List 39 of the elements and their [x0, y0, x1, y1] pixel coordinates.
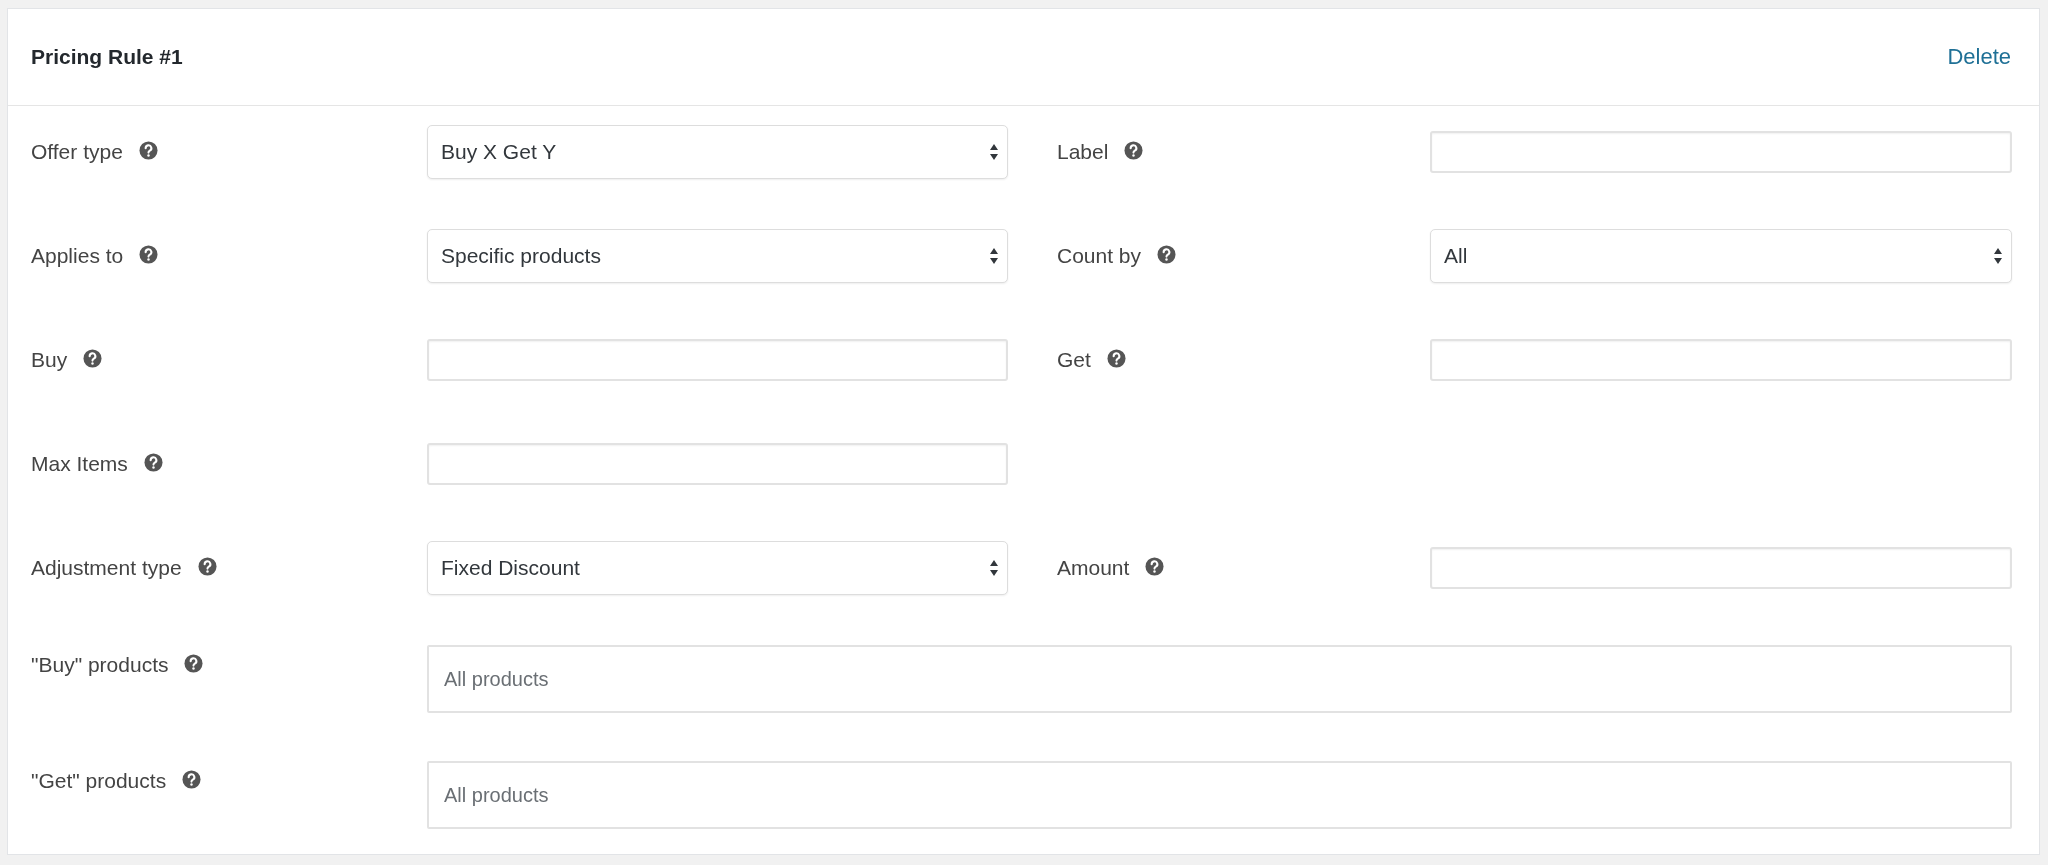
product-search-field[interactable]: All products [427, 761, 2012, 829]
up-down-arrows-icon [989, 143, 999, 161]
field-label: Amount [1057, 556, 1130, 580]
field-label: Adjustment type [31, 556, 182, 580]
dropdown-select[interactable]: All [1430, 229, 2012, 283]
help-icon[interactable] [138, 140, 158, 160]
field-label: Label [1057, 140, 1109, 164]
up-down-arrows-icon [1993, 247, 2003, 265]
dropdown-select[interactable]: Specific products [427, 229, 1008, 283]
panel-title: Pricing Rule #1 [31, 45, 183, 69]
help-icon[interactable] [1157, 244, 1177, 264]
help-icon[interactable] [83, 348, 103, 368]
help-icon[interactable] [184, 653, 204, 673]
text-input[interactable] [1430, 339, 2012, 381]
help-icon[interactable] [1145, 556, 1165, 576]
help-icon[interactable] [139, 244, 159, 264]
field-label: Applies to [31, 244, 124, 268]
up-down-arrows-icon [989, 247, 999, 265]
help-icon[interactable] [197, 556, 217, 576]
field-label: Offer type [31, 140, 123, 164]
field-label: "Get" products [31, 769, 167, 793]
dropdown-select[interactable]: Fixed Discount [427, 541, 1008, 595]
up-down-arrows-icon [989, 559, 999, 577]
field-label: Buy [31, 348, 68, 372]
delete-link[interactable]: Delete [1947, 44, 2011, 70]
text-input[interactable] [427, 339, 1008, 381]
field-label: Get [1057, 348, 1091, 372]
text-input[interactable] [427, 443, 1008, 485]
help-icon[interactable] [1106, 348, 1126, 368]
field-label: Max Items [31, 452, 128, 476]
help-icon[interactable] [143, 452, 163, 472]
field-label: "Buy" products [31, 653, 169, 677]
help-icon[interactable] [1124, 140, 1144, 160]
dropdown-select[interactable]: Buy X Get Y [427, 125, 1008, 179]
help-icon[interactable] [182, 769, 202, 789]
field-label: Count by [1057, 244, 1142, 268]
text-input[interactable] [1430, 547, 2012, 589]
text-input[interactable] [1430, 131, 2012, 173]
product-search-field[interactable]: All products [427, 645, 2012, 713]
